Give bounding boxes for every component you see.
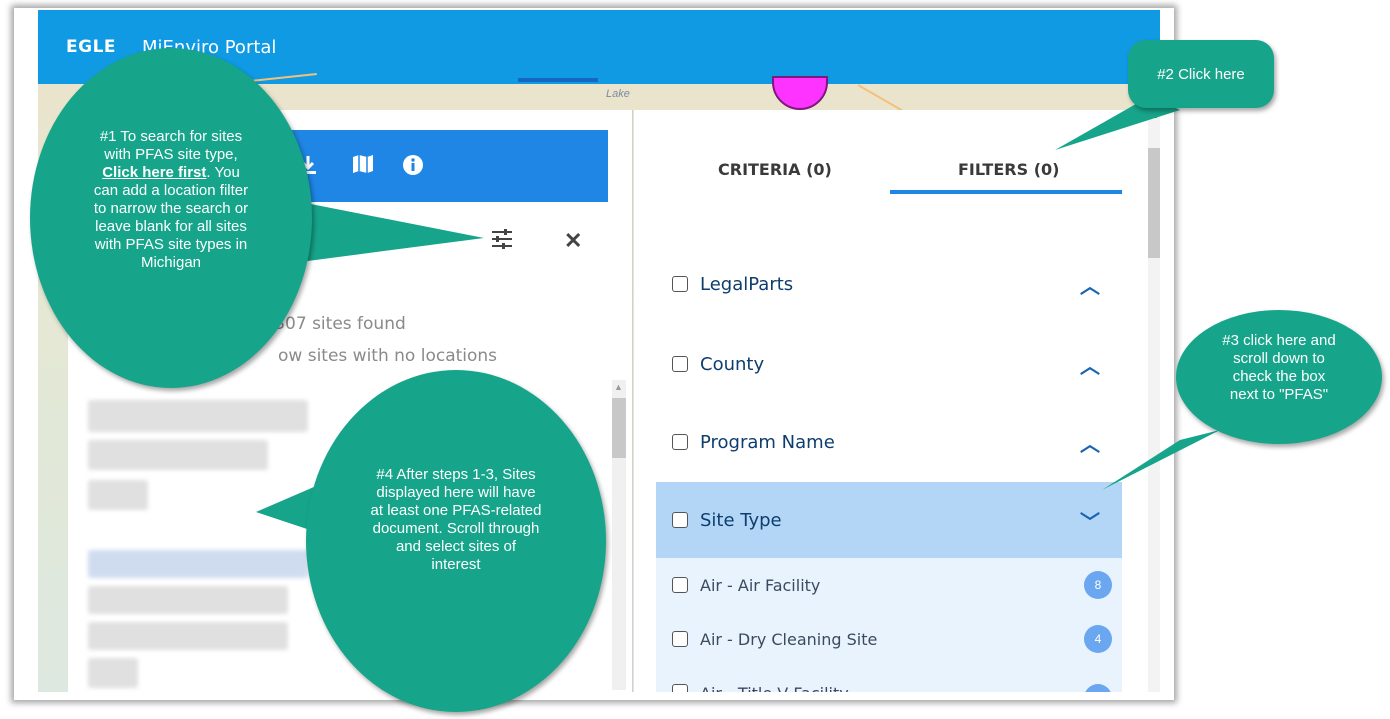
callout-text: to narrow the search or	[93, 200, 249, 217]
callout-text: with PFAS site type,	[104, 146, 238, 163]
callout-step-2: #2 Click here	[1128, 40, 1274, 108]
callout-emphasis: Click here first	[102, 164, 207, 181]
callout-text: check the box	[1232, 368, 1326, 385]
callout-step-3: #3 click here and scroll down to check t…	[1176, 310, 1382, 444]
callout-text: #3 click here and	[1222, 332, 1336, 349]
callout-text: #1 To search for sites	[99, 128, 243, 145]
callout-text: leave blank for all sites	[95, 218, 247, 235]
callout-text: with PFAS site types in	[94, 236, 248, 253]
callout-text: . You	[206, 164, 240, 181]
callout-text: can add a location filter	[93, 182, 249, 199]
callout-text: #4 After steps 1-3, Sites	[376, 466, 536, 483]
callout-text: displayed here will have	[376, 484, 536, 501]
callout-step-1: #1 To search for sites with PFAS site ty…	[30, 48, 312, 388]
callout-text: interest	[431, 556, 481, 573]
callout-text: next to "PFAS"	[1229, 386, 1329, 403]
callout-text: scroll down to	[1233, 350, 1325, 367]
callout-step-4: #4 After steps 1-3, Sites displayed here…	[306, 370, 606, 712]
callout-text: document. Scroll through	[372, 520, 540, 537]
callout-text: and select sites of	[395, 538, 517, 555]
callout-text: at least one PFAS-related	[370, 502, 542, 519]
callout-text: #2 Click here	[1157, 66, 1245, 83]
callout-3-tail	[1102, 430, 1220, 490]
callout-text: Michigan	[140, 254, 202, 271]
